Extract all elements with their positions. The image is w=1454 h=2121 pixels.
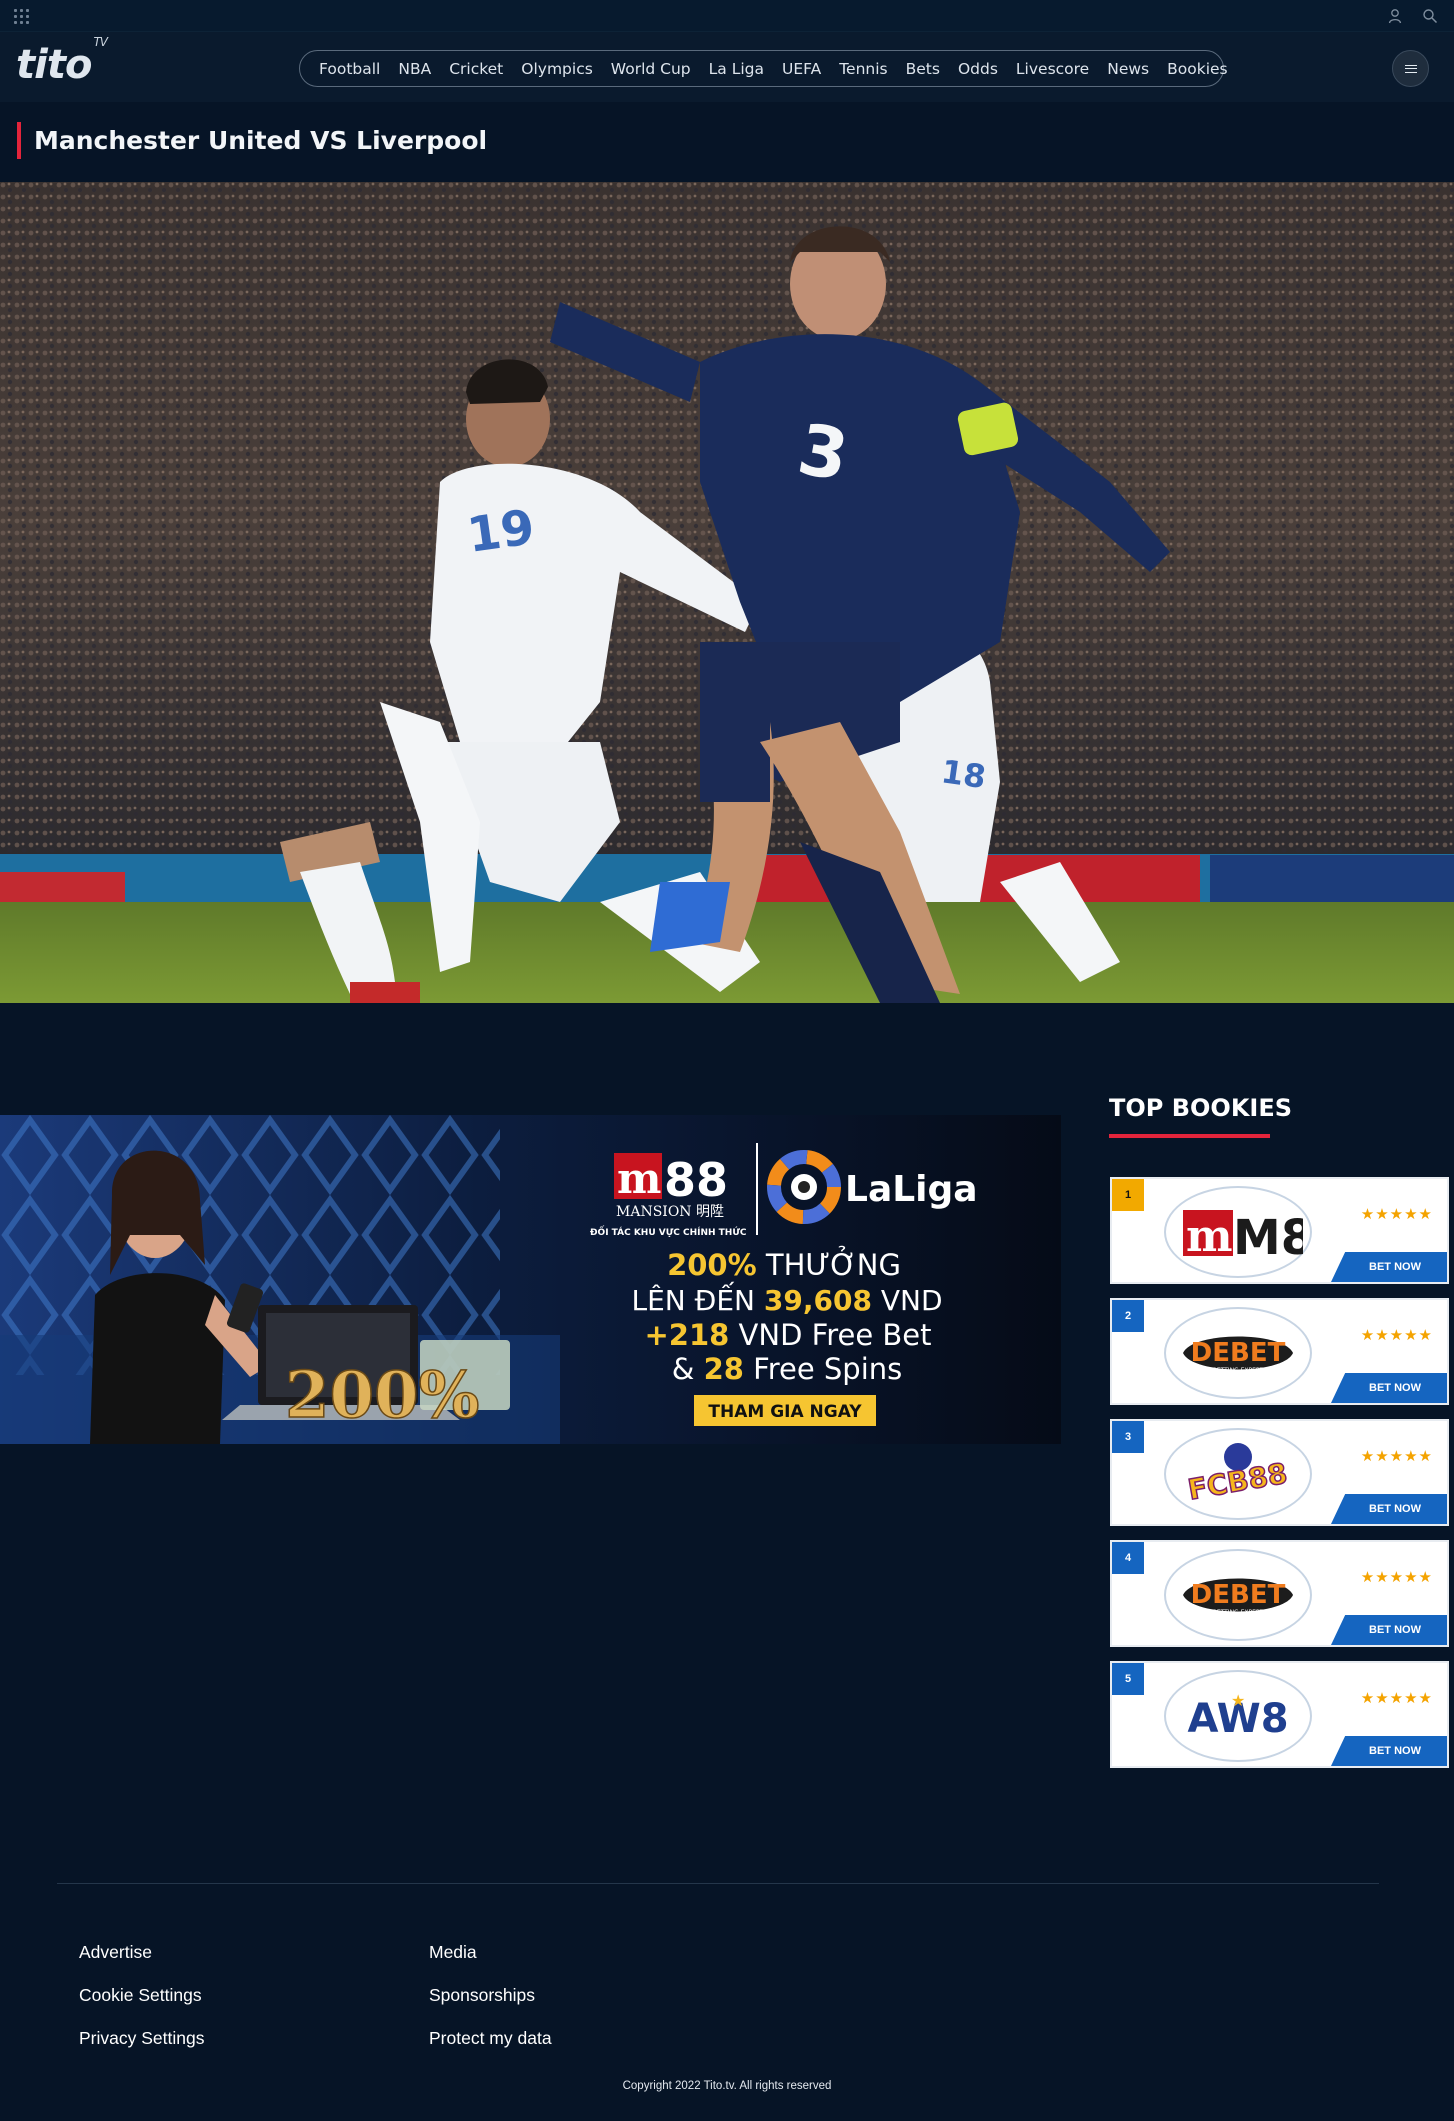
- site-logo[interactable]: titoTV: [16, 35, 108, 88]
- logo-superscript: TV: [93, 34, 108, 49]
- bookie-logo-text: DEBET: [1191, 1338, 1286, 1368]
- banner-line-4: & 28 Free Spins: [672, 1352, 903, 1386]
- bookie-card[interactable]: 4 DEBET BETTING EXPERT ★★★★★ BET NOW: [1110, 1540, 1449, 1647]
- bet-now-button[interactable]: BET NOW: [1331, 1494, 1447, 1524]
- nav-bets[interactable]: Bets: [906, 60, 940, 78]
- footer-divider: [57, 1883, 1379, 1884]
- banner-big-number: 200%: [285, 1358, 479, 1433]
- nav-odds[interactable]: Odds: [958, 60, 998, 78]
- top-bookies-underline: [1109, 1134, 1270, 1138]
- hero-image: 19 18 3: [0, 182, 1454, 1003]
- main-nav: Football NBA Cricket Olympics World Cup …: [299, 50, 1228, 87]
- title-accent-bar: [17, 122, 21, 159]
- bookie-card[interactable]: 5 AW8 ★ ★★★★★ BET NOW: [1110, 1661, 1449, 1768]
- nav-cricket[interactable]: Cricket: [449, 60, 503, 78]
- rating-stars: ★★★★★: [1360, 1448, 1433, 1465]
- apps-grid-icon[interactable]: [14, 9, 30, 24]
- bookie-rank: 5: [1112, 1663, 1144, 1695]
- banner-line-3: +218 VND Free Bet: [644, 1318, 931, 1352]
- rating-stars: ★★★★★: [1360, 1327, 1433, 1344]
- bookie-card[interactable]: 3 FCB88 ★★★★★ BET NOW: [1110, 1419, 1449, 1526]
- bookie-card[interactable]: 2 DEBET BETTING EXPERT ★★★★★ BET NOW: [1110, 1298, 1449, 1405]
- hamburger-icon: [1404, 64, 1417, 73]
- jersey-number-19: 19: [464, 499, 538, 564]
- footer-link-advertise[interactable]: Advertise: [79, 1942, 152, 1963]
- nav-bookies[interactable]: Bookies: [1167, 60, 1228, 78]
- promo-banner[interactable]: 200% m 88 MANSION 明陞 ĐỐI TÁC KHU VỰC CHÍ…: [0, 1115, 1061, 1444]
- nav-world-cup[interactable]: World Cup: [611, 60, 691, 78]
- rating-stars: ★★★★★: [1360, 1690, 1433, 1707]
- copyright-text: Copyright 2022 Tito.tv. All rights reser…: [622, 2080, 832, 2092]
- rating-stars: ★★★★★: [1360, 1569, 1433, 1586]
- bookie-rank: 3: [1112, 1421, 1144, 1453]
- nav-news[interactable]: News: [1107, 60, 1149, 78]
- footer-link-protect-my-data[interactable]: Protect my data: [429, 2028, 552, 2049]
- bookie-rank: 4: [1112, 1542, 1144, 1574]
- nav-tennis[interactable]: Tennis: [839, 60, 887, 78]
- jersey-number-18: 18: [939, 752, 988, 796]
- nav-football[interactable]: Football: [319, 60, 380, 78]
- bookie-rank: 1: [1112, 1179, 1144, 1211]
- bookie-logo-subtext: BETTING EXPERT: [1213, 1367, 1264, 1374]
- bookie-logo-text: M88: [1233, 1210, 1303, 1262]
- banner-cta-button[interactable]: THAM GIA NGAY: [708, 1402, 862, 1422]
- bookie-logo-text: FCB88: [1185, 1457, 1289, 1507]
- banner-m88-digits: 88: [664, 1153, 728, 1207]
- banner-league-logo-text: LaLiga: [845, 1169, 978, 1210]
- footer-link-privacy-settings[interactable]: Privacy Settings: [79, 2028, 204, 2049]
- nav-la-liga[interactable]: La Liga: [709, 60, 764, 78]
- bookie-logo-debet: DEBET BETTING EXPERT: [1164, 1549, 1312, 1641]
- bet-now-button[interactable]: BET NOW: [1331, 1615, 1447, 1645]
- bookie-card[interactable]: 1 m M88 ★★★★★ BET NOW: [1110, 1177, 1449, 1284]
- nav-uefa[interactable]: UEFA: [782, 60, 821, 78]
- logo-text: tito: [16, 42, 92, 88]
- banner-line-1: 200% THƯỞNG: [667, 1246, 901, 1282]
- hamburger-menu-button[interactable]: [1392, 50, 1429, 87]
- bet-now-button[interactable]: BET NOW: [1331, 1252, 1447, 1282]
- user-icon[interactable]: [1388, 8, 1402, 24]
- svg-text:m: m: [1186, 1211, 1233, 1262]
- banner-brand-sub: MANSION 明陞: [616, 1204, 724, 1220]
- bookie-logo-subtext: BETTING EXPERT: [1213, 1609, 1264, 1616]
- bookie-rank: 2: [1112, 1300, 1144, 1332]
- footer-link-media[interactable]: Media: [429, 1942, 477, 1963]
- bookie-logo-aw8: AW8 ★: [1164, 1670, 1312, 1762]
- footer-link-cookie-settings[interactable]: Cookie Settings: [79, 1985, 202, 2006]
- svg-text:m: m: [617, 1154, 661, 1203]
- bet-now-button[interactable]: BET NOW: [1331, 1736, 1447, 1766]
- bookie-logo-fcb88: FCB88: [1164, 1428, 1312, 1520]
- bookie-logo-text: DEBET: [1191, 1580, 1286, 1610]
- top-bookies-heading: TOP BOOKIES: [1109, 1094, 1293, 1122]
- site-header: titoTV Football NBA Cricket Olympics Wor…: [0, 32, 1454, 102]
- nav-livescore[interactable]: Livescore: [1016, 60, 1089, 78]
- nav-olympics[interactable]: Olympics: [521, 60, 593, 78]
- page-title: Manchester United VS Liverpool: [34, 126, 488, 155]
- search-icon[interactable]: [1422, 8, 1438, 24]
- bookie-logo-m88: m M88: [1164, 1186, 1312, 1278]
- rating-stars: ★★★★★: [1360, 1206, 1433, 1223]
- nav-nba[interactable]: NBA: [398, 60, 431, 78]
- banner-line-2: LÊN ĐẾN 39,608 VND: [632, 1280, 943, 1317]
- bet-now-button[interactable]: BET NOW: [1331, 1373, 1447, 1403]
- footer-link-sponsorships[interactable]: Sponsorships: [429, 1985, 535, 2006]
- svg-text:★: ★: [1231, 1691, 1245, 1710]
- utility-bar: [0, 0, 1454, 32]
- article-title-bar: Manchester United VS Liverpool: [0, 102, 1454, 182]
- bookie-logo-debet: DEBET BETTING EXPERT: [1164, 1307, 1312, 1399]
